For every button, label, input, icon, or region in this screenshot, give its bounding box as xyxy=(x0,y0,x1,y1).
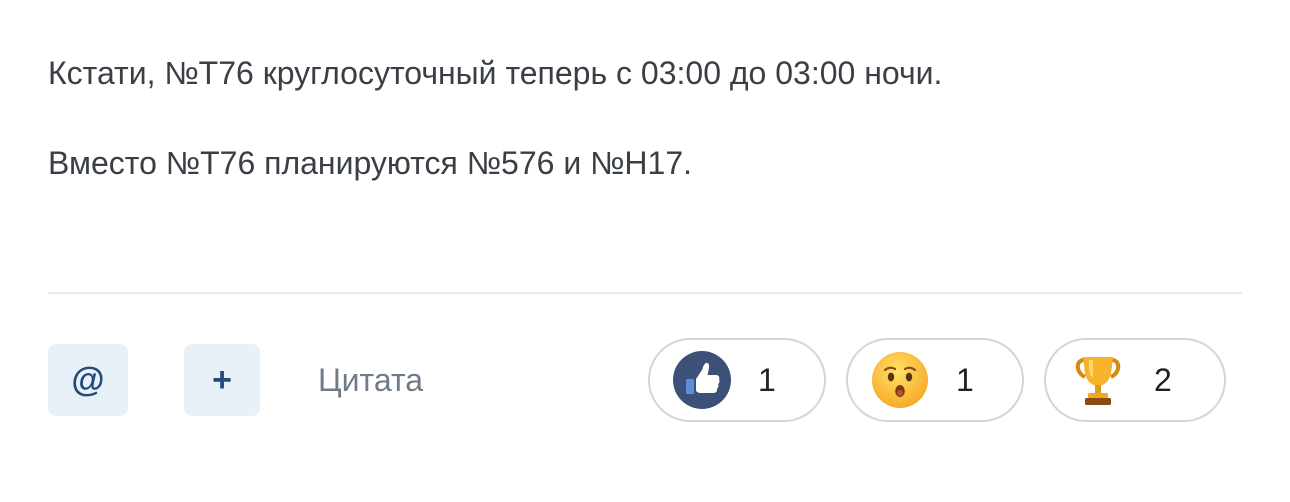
trophy-icon xyxy=(1068,350,1128,410)
reaction-wow[interactable]: 1 xyxy=(846,338,1024,422)
reaction-like[interactable]: 1 xyxy=(648,338,826,422)
post-paragraph: Кстати, №Т76 круглосуточный теперь с 03:… xyxy=(48,55,943,91)
reaction-count: 2 xyxy=(1154,361,1172,398)
at-sign-icon: @ xyxy=(71,361,105,399)
reaction-count: 1 xyxy=(956,361,974,398)
divider xyxy=(48,292,1242,294)
thumbs-up-icon xyxy=(672,350,732,410)
post-body: Кстати, №Т76 круглосуточный теперь с 03:… xyxy=(48,48,1248,228)
add-button[interactable]: + xyxy=(184,344,260,416)
plus-icon: + xyxy=(212,361,232,399)
post-paragraph: Вместо №Т76 планируются №576 и №Н17. xyxy=(48,145,693,181)
reaction-count: 1 xyxy=(758,361,776,398)
hushed-face-icon xyxy=(870,350,930,410)
quote-button[interactable]: Цитата xyxy=(318,360,423,400)
mention-button[interactable]: @ xyxy=(48,344,128,416)
reaction-trophy[interactable]: 2 xyxy=(1044,338,1226,422)
